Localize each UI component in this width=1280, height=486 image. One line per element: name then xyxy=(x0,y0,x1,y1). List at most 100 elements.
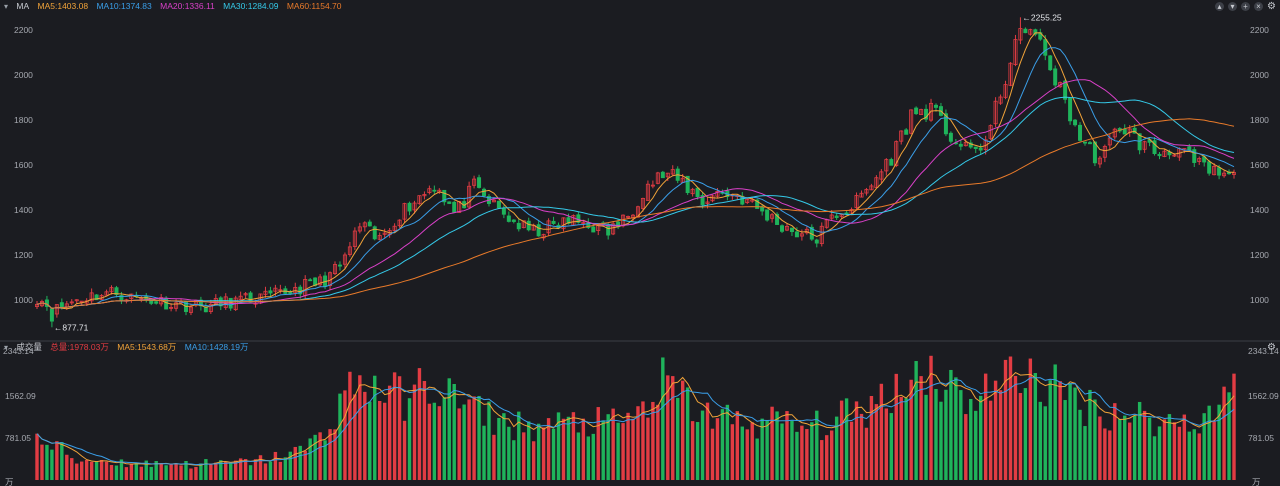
volume-bar xyxy=(159,463,163,480)
volume-bar xyxy=(209,463,213,480)
volume-bar xyxy=(998,390,1003,480)
volume-unit-right: 万 xyxy=(1252,477,1261,486)
volume-bar xyxy=(412,384,417,480)
volume-bar xyxy=(934,389,938,480)
volume-bar xyxy=(795,431,799,480)
volume-bar xyxy=(442,397,446,480)
volume-bar xyxy=(1207,405,1211,480)
low-annotation: ←877.71 xyxy=(54,322,89,332)
volume-bar xyxy=(676,397,680,480)
candle-body xyxy=(834,215,839,219)
volume-bar xyxy=(849,421,854,480)
candle-body xyxy=(506,215,511,222)
candle-body xyxy=(760,206,765,212)
volume-bar xyxy=(139,466,144,480)
volume-bar xyxy=(492,434,496,480)
kline-chart[interactable]: 2200 2200 2000 2000 1800 1800 1600 1600 1400 1400… xyxy=(0,0,1280,486)
volume-bar xyxy=(358,375,362,480)
candle-body xyxy=(551,220,556,224)
volume-bar xyxy=(790,420,794,480)
volume-bar xyxy=(740,426,744,480)
volume-bar xyxy=(829,430,834,480)
volume-bar xyxy=(820,440,824,480)
volume-bar xyxy=(606,414,610,480)
volume-bar xyxy=(109,464,114,480)
volume-bar xyxy=(1172,422,1177,480)
volume-bar xyxy=(1182,414,1187,480)
volume-bar xyxy=(1053,364,1057,480)
ma30-line xyxy=(36,96,1235,309)
volume-bar xyxy=(343,390,347,480)
volume-bar xyxy=(879,383,884,480)
volume-bar xyxy=(1123,415,1127,480)
volume-bar xyxy=(50,449,54,480)
candle-body xyxy=(337,264,342,267)
candle-body xyxy=(407,202,412,212)
volume-bar xyxy=(1147,417,1152,480)
volume-bar xyxy=(954,377,958,480)
volume-bar xyxy=(89,461,94,480)
volume-bar xyxy=(169,464,173,480)
volume-bar xyxy=(765,420,769,480)
volume-bar xyxy=(1073,387,1077,480)
candle-body xyxy=(889,159,894,166)
price-tick-right: 2200 xyxy=(1250,25,1269,35)
candle-body xyxy=(958,143,963,147)
volume-bar xyxy=(55,441,59,480)
candle-body xyxy=(1068,97,1073,122)
volume-bar xyxy=(561,418,566,480)
volume-bar xyxy=(596,407,600,480)
volume-bar xyxy=(904,398,908,480)
volume-bar xyxy=(899,396,903,480)
volume-bar xyxy=(551,428,556,480)
volume-bar xyxy=(472,396,476,480)
volume-bar xyxy=(685,387,690,480)
candle-body xyxy=(372,226,377,240)
volume-bar xyxy=(720,409,725,480)
candle-body xyxy=(789,227,794,233)
volume-bar xyxy=(318,432,322,480)
candle-body xyxy=(1063,80,1068,100)
volume-bar xyxy=(949,369,953,480)
volume-bar xyxy=(204,459,208,480)
candle-body xyxy=(367,221,372,227)
volume-bar xyxy=(338,393,342,480)
candle-body xyxy=(606,224,611,236)
candle-body xyxy=(1023,28,1028,34)
volume-bar xyxy=(864,427,869,480)
high-annotation: ←2255.25 xyxy=(1022,12,1061,22)
volume-bar xyxy=(298,445,302,480)
volume-bar xyxy=(1142,410,1147,480)
candle-body xyxy=(516,222,521,230)
candle-body xyxy=(268,290,273,294)
volume-bar xyxy=(705,402,710,480)
volume-bar xyxy=(452,383,456,480)
volume-bar xyxy=(536,423,541,480)
volume-bar xyxy=(924,394,928,480)
volume-bar xyxy=(974,410,978,480)
volume-bar xyxy=(507,426,511,480)
volume-bar xyxy=(690,421,695,480)
volume-bar xyxy=(839,400,844,480)
volume-bar xyxy=(874,404,879,480)
candle-body xyxy=(765,209,770,221)
volume-bar xyxy=(939,401,943,480)
volume-bar xyxy=(60,442,64,480)
volume-tick-left: 1562.09 xyxy=(5,391,36,401)
candle-body xyxy=(496,200,501,209)
candle-body xyxy=(308,279,313,282)
volume-bar xyxy=(179,465,183,480)
volume-bar xyxy=(1222,386,1226,480)
volume-bar xyxy=(189,468,193,480)
volume-bar xyxy=(487,401,491,480)
volume-bar xyxy=(715,418,720,480)
volume-bar xyxy=(785,411,789,480)
volume-bar xyxy=(671,376,675,480)
candle-body xyxy=(1157,153,1162,157)
ma60-line xyxy=(36,118,1235,309)
volume-bar xyxy=(1048,380,1052,480)
volume-bar xyxy=(253,459,258,480)
volume-bar xyxy=(581,418,586,480)
volume-bar xyxy=(75,463,79,480)
volume-bar xyxy=(457,408,461,480)
